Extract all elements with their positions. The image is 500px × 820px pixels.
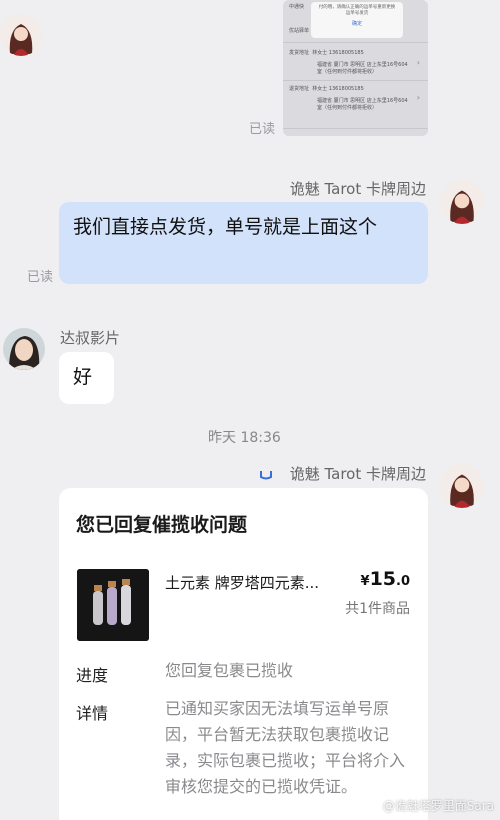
item-count: 共1件商品 (345, 601, 410, 617)
card-title: 您已回复催揽收问题 (76, 514, 248, 536)
avatar-illustration (0, 14, 42, 56)
progress-value: 您回复包裹已揽收 (165, 661, 294, 680)
thumb-divider (283, 80, 428, 81)
thumb-row-label: 中通快 (289, 4, 305, 10)
thumb-address: 室（任何到付件都将拒收） (317, 69, 378, 75)
read-receipt: 已读 (27, 270, 54, 285)
chevron-right-icon: › (416, 93, 420, 102)
thumb-divider (283, 42, 428, 43)
detail-value: 已通知买家因无法填写运单号原因，平台暂无法获取包裹揽收记录，实际包裹已揽收；平台… (165, 699, 406, 796)
avatar-illustration (440, 180, 484, 224)
avatar-photo (3, 328, 45, 370)
watermark: @诡魅塔罗里面Sara (382, 799, 494, 813)
sender-name: 达叔影片 (60, 329, 121, 347)
product-image[interactable] (77, 569, 149, 641)
thumb-address: 室（任何到付件都将拒收） (317, 105, 378, 111)
thumb-popup-text: 运单号发货 (345, 11, 369, 16)
thumb-popup: 付的哦，请确认正确的运单号重新更换 运单号发货 确定 (311, 2, 403, 38)
thumb-row-label: 发货地址 林女士 13618005185 (289, 50, 364, 57)
thumb-popup-ok: 确定 (351, 21, 362, 27)
read-receipt: 已读 (249, 122, 276, 137)
thumb-row-label: 退货地址 林女士 13618005185 (289, 86, 364, 93)
product-price: ¥15.0 (361, 568, 410, 590)
pickup-reply-card[interactable]: 您已回复催揽收问题 土元素 牌罗塔四元素... ¥15.0 共1件商品 进度 您… (59, 488, 428, 820)
thumb-sender-name: 林女士 13618005185 (312, 50, 364, 56)
thumb-divider (283, 128, 428, 129)
screenshot-thumbnail[interactable]: 中通快 优站驿单 付的哦，请确认正确的运单号重新更换 运单号发货 确定 发货地址… (283, 0, 428, 136)
message-bubble-incoming[interactable]: 好 (59, 352, 114, 404)
detail-label: 详情 (76, 704, 109, 723)
crystal-bottles-image (77, 569, 149, 641)
chevron-right-icon: › (416, 58, 420, 67)
progress-label: 进度 (76, 666, 109, 685)
thumb-return-name: 林女士 13618005185 (312, 86, 364, 92)
price-currency: ¥ (360, 574, 370, 589)
thumb-address: 福建省 厦门市 思明区 店上东里16号604 (317, 98, 408, 104)
product-name[interactable]: 土元素 牌罗塔四元素... (165, 572, 319, 593)
price-integer: 15 (369, 568, 397, 590)
message-bubble-outgoing[interactable]: 我们直接点发货，单号就是上面这个 (59, 202, 428, 284)
seller-avatar[interactable] (440, 464, 484, 508)
thumb-address: 福建省 厦门市 思明区 店上东里16号604 (317, 62, 408, 68)
seller-avatar[interactable] (440, 180, 484, 224)
timestamp: 昨天 18:36 (208, 430, 281, 446)
price-decimal: .0 (396, 574, 410, 589)
avatar-illustration (440, 464, 484, 508)
thumb-return-label: 退货地址 (289, 86, 310, 92)
seller-avatar[interactable] (0, 14, 42, 56)
verified-badge-icon (259, 466, 273, 485)
thumb-sender-label: 发货地址 (289, 50, 310, 56)
buyer-avatar[interactable] (3, 328, 45, 370)
thumb-row-label: 优站驿单 (289, 28, 310, 34)
sender-name: 诡魅 Tarot 卡牌周边 (289, 465, 426, 483)
sender-name: 诡魅 Tarot 卡牌周边 (289, 180, 426, 198)
